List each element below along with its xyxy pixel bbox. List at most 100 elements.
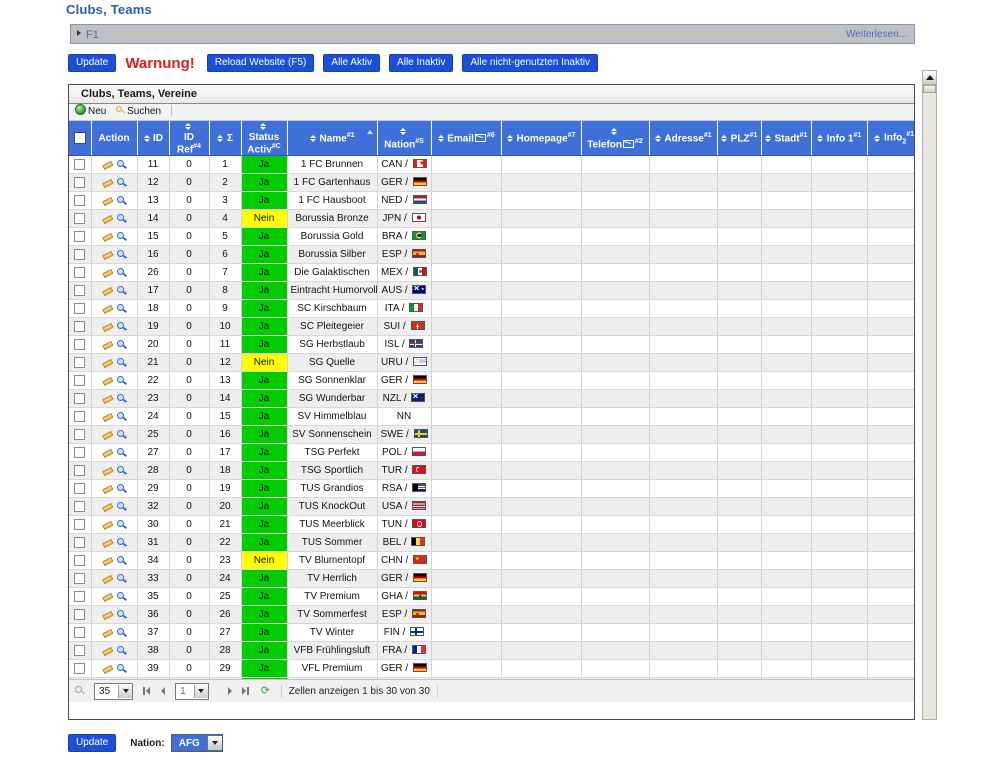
first-page-button[interactable] [143, 686, 152, 696]
table-row[interactable]: 25 0 16 Ja SV Sonnenschein SWE / [69, 425, 914, 445]
edit-pencil-icon[interactable] [102, 322, 113, 331]
sort-toggle-icon[interactable] [259, 122, 266, 130]
last-page-button[interactable] [241, 686, 251, 696]
edit-pencil-icon[interactable] [102, 178, 113, 187]
edit-pencil-icon[interactable] [102, 412, 113, 421]
view-magnifier-icon[interactable] [116, 591, 127, 602]
view-magnifier-icon[interactable] [116, 447, 127, 458]
column-header-check[interactable] [69, 121, 92, 157]
column-header-sum[interactable]: Σ [209, 121, 242, 157]
view-magnifier-icon[interactable] [116, 537, 127, 548]
scrollbar-thumb[interactable] [923, 85, 936, 93]
view-magnifier-icon[interactable] [116, 465, 127, 476]
edit-pencil-icon[interactable] [102, 286, 113, 295]
table-row[interactable]: 27 0 17 Ja TSG Perfekt POL / [69, 443, 914, 463]
prev-page-button[interactable] [159, 686, 168, 696]
column-header-info1[interactable]: Info 1#1 [811, 121, 868, 157]
row-checkbox[interactable] [74, 573, 86, 585]
view-magnifier-icon[interactable] [116, 375, 127, 386]
view-magnifier-icon[interactable] [116, 609, 127, 620]
row-checkbox[interactable] [74, 483, 86, 495]
sort-toggle-icon[interactable] [217, 134, 224, 142]
row-checkbox[interactable] [74, 609, 86, 621]
column-header-telefon[interactable]: Telefon #2 [581, 121, 650, 157]
update-button[interactable]: Update [68, 54, 117, 72]
column-header-info2[interactable]: Info2#1 [867, 121, 914, 157]
edit-pencil-icon[interactable] [102, 574, 113, 583]
chevron-down-icon[interactable] [118, 684, 133, 698]
edit-pencil-icon[interactable] [102, 466, 113, 475]
view-magnifier-icon[interactable] [116, 501, 127, 512]
page-number-select[interactable]: 1 [175, 682, 209, 700]
sort-toggle-icon[interactable] [309, 134, 316, 142]
neu-button[interactable]: Neu [75, 104, 106, 120]
row-checkbox[interactable] [74, 429, 86, 441]
view-magnifier-icon[interactable] [116, 627, 127, 638]
table-row[interactable]: 11 0 1 Ja 1 FC Brunnen CAN / ★ [69, 155, 914, 175]
select-all-checkbox[interactable] [73, 132, 86, 145]
row-checkbox[interactable] [74, 537, 86, 549]
table-row[interactable]: 36 0 26 Ja TV Sommerfest ESP / [69, 605, 914, 625]
row-checkbox[interactable] [74, 195, 86, 207]
table-row[interactable]: 13 0 3 Ja 1 FC Hausboot NED / [69, 191, 914, 211]
table-row[interactable]: 30 0 21 Ja TUS Meerblick TUN / [69, 515, 914, 535]
edit-pencil-icon[interactable] [102, 196, 113, 205]
edit-pencil-icon[interactable] [102, 376, 113, 385]
table-row[interactable]: 14 0 4 Nein Borussia Bronze JPN / [69, 209, 914, 229]
pager-search-icon[interactable] [75, 686, 86, 696]
view-magnifier-icon[interactable] [116, 519, 127, 530]
view-magnifier-icon[interactable] [116, 195, 127, 206]
edit-pencil-icon[interactable] [102, 646, 113, 655]
edit-pencil-icon[interactable] [102, 628, 113, 637]
nation-select[interactable]: AFG [170, 734, 223, 752]
column-header-id[interactable]: ID [137, 121, 170, 157]
edit-pencil-icon[interactable] [102, 502, 113, 511]
table-row[interactable]: 35 0 25 Ja TV Premium GHA / ★ [69, 587, 914, 607]
view-magnifier-icon[interactable] [116, 339, 127, 350]
edit-pencil-icon[interactable] [102, 394, 113, 403]
table-row[interactable]: 18 0 9 Ja SC Kirschbaum ITA / [69, 299, 914, 319]
row-checkbox[interactable] [74, 411, 86, 423]
view-magnifier-icon[interactable] [116, 357, 127, 368]
sort-toggle-icon[interactable] [143, 134, 150, 142]
column-header-plz[interactable]: PLZ#1 [717, 121, 762, 157]
edit-pencil-icon[interactable] [102, 268, 113, 277]
table-row[interactable]: 34 0 23 Nein TV Blumentopf CHN / ★ [69, 551, 914, 571]
edit-pencil-icon[interactable] [102, 160, 113, 169]
sort-toggle-icon[interactable] [399, 128, 406, 136]
table-row[interactable]: 19 0 10 Ja SC Pleitegeier SUI / [69, 317, 914, 337]
edit-pencil-icon[interactable] [102, 556, 113, 565]
row-checkbox[interactable] [74, 339, 86, 351]
column-header-id_ref[interactable]: ID Ref#4 [169, 121, 210, 157]
edit-pencil-icon[interactable] [102, 304, 113, 313]
view-magnifier-icon[interactable] [116, 303, 127, 314]
row-checkbox[interactable] [74, 303, 86, 315]
suchen-button[interactable]: Suchen [116, 104, 161, 120]
edit-pencil-icon[interactable] [102, 250, 113, 259]
row-checkbox[interactable] [74, 321, 86, 333]
edit-pencil-icon[interactable] [102, 340, 113, 349]
row-checkbox[interactable] [74, 591, 86, 603]
row-checkbox[interactable] [74, 447, 86, 459]
row-checkbox[interactable] [74, 231, 86, 243]
view-magnifier-icon[interactable] [116, 285, 127, 296]
view-magnifier-icon[interactable] [116, 249, 127, 260]
row-checkbox[interactable] [74, 663, 86, 675]
table-row[interactable]: 39 0 29 Ja VFL Premium GER / [69, 659, 914, 679]
row-checkbox[interactable] [74, 375, 86, 387]
table-row[interactable]: 31 0 22 Ja TUS Sommer BEL / [69, 533, 914, 553]
sort-toggle-icon[interactable] [817, 134, 824, 142]
table-row[interactable]: 26 0 7 Ja Die Galaktischen MEX / [69, 263, 914, 283]
edit-pencil-icon[interactable] [102, 448, 113, 457]
edit-pencil-icon[interactable] [102, 592, 113, 601]
alle-aktiv-button[interactable]: Alle Aktiv [323, 54, 380, 72]
row-checkbox[interactable] [74, 555, 86, 567]
sort-toggle-icon[interactable] [437, 134, 444, 142]
row-checkbox[interactable] [74, 285, 86, 297]
edit-pencil-icon[interactable] [102, 214, 113, 223]
chevron-down-icon[interactable] [206, 736, 222, 750]
next-page-button[interactable] [226, 686, 235, 696]
view-magnifier-icon[interactable] [116, 213, 127, 224]
row-checkbox[interactable] [74, 501, 86, 513]
view-magnifier-icon[interactable] [116, 321, 127, 332]
